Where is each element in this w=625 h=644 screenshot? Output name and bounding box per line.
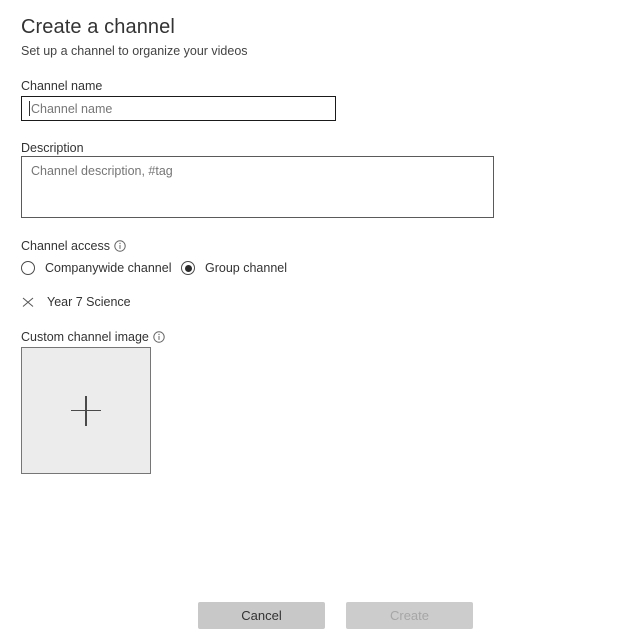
page-title: Create a channel xyxy=(21,16,175,38)
page-subtitle: Set up a channel to organize your videos xyxy=(21,44,248,58)
channel-access-radio-group: Companywide channel Group channel xyxy=(21,260,421,280)
radio-label-companywide: Companywide channel xyxy=(45,261,172,275)
info-icon[interactable] xyxy=(153,331,165,343)
radio-companywide-channel[interactable]: Companywide channel xyxy=(21,260,171,276)
close-icon[interactable] xyxy=(21,295,35,309)
dialog-footer: Cancel Create xyxy=(0,602,625,629)
selected-group-chip: Year 7 Science xyxy=(21,293,131,311)
description-label: Description xyxy=(21,141,84,155)
text-caret xyxy=(29,101,30,116)
custom-channel-image-label: Custom channel image xyxy=(21,329,165,345)
channel-access-label-text: Channel access xyxy=(21,239,110,253)
create-channel-dialog: Create a channel Set up a channel to org… xyxy=(0,0,625,644)
radio-group-channel[interactable]: Group channel xyxy=(181,260,287,276)
create-button[interactable]: Create xyxy=(346,602,473,629)
channel-name-label: Channel name xyxy=(21,79,103,93)
channel-name-input[interactable] xyxy=(21,96,336,121)
radio-mark-unselected xyxy=(21,261,35,275)
channel-image-upload-box[interactable] xyxy=(21,347,151,474)
cancel-button[interactable]: Cancel xyxy=(198,602,325,629)
plus-icon xyxy=(71,395,101,426)
channel-access-label: Channel access xyxy=(21,238,126,254)
radio-label-group: Group channel xyxy=(205,261,288,275)
custom-channel-image-label-text: Custom channel image xyxy=(21,330,149,344)
description-input[interactable] xyxy=(21,156,494,218)
selected-group-name: Year 7 Science xyxy=(47,295,131,309)
radio-mark-selected xyxy=(181,261,195,275)
info-icon[interactable] xyxy=(114,240,126,252)
